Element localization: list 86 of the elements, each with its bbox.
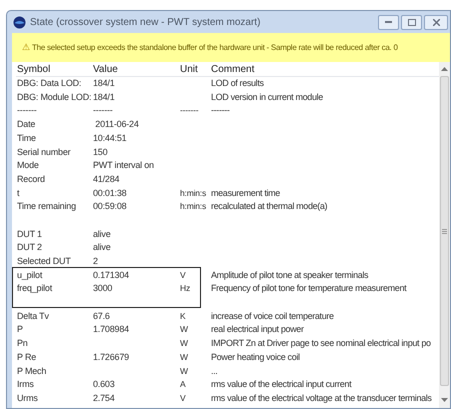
column-header[interactable]: Unit <box>179 62 210 76</box>
symbol-cell: Mode <box>17 160 39 170</box>
symbol-cell: ------- <box>17 105 37 116</box>
minimize-button[interactable] <box>378 14 399 30</box>
comment-cell: measurement time <box>211 188 280 198</box>
column-header[interactable]: Comment <box>210 62 439 76</box>
comment-cell: IMPORT Zn at Driver page to see nominal electrical input po <box>211 338 431 348</box>
unit-cell: W <box>180 352 188 362</box>
comment-cell: ------- <box>211 105 230 116</box>
comment-cell: LOD version in current module <box>211 92 323 102</box>
comment-cell: ... <box>211 366 218 376</box>
unit-cell: K <box>180 310 186 321</box>
symbol-cell: Time remaining <box>17 201 76 212</box>
warning-text: The selected setup exceeds the standalone buffer of the hardware unit - Sample rate will be reduced after ca. 0 <box>32 42 398 54</box>
value-cell: 2.754 <box>93 392 115 403</box>
symbol-cell: Urms <box>17 392 38 403</box>
value-cell: 1.726679 <box>93 352 129 362</box>
value-cell: 0.603 <box>93 379 115 390</box>
comment-cell: recalculated at thermal mode(a) <box>211 201 328 212</box>
symbol-cell: P Re <box>17 352 36 362</box>
maximize-button[interactable] <box>401 14 422 30</box>
symbol-cell: Pn <box>17 338 28 348</box>
symbol-cell: DBG: Data LOD: <box>17 78 82 88</box>
unit-cell: W <box>180 324 188 334</box>
symbol-cell: Time <box>17 132 36 143</box>
unit-cell: W <box>180 366 188 376</box>
scrollbar[interactable] <box>439 62 450 408</box>
unit-cell: h:min:s <box>180 188 206 198</box>
symbol-cell: P Mech <box>17 366 46 376</box>
symbol-cell: Selected DUT <box>17 256 71 266</box>
column-header[interactable]: Symbol <box>16 62 92 76</box>
comment-cell: LOD of results <box>211 78 264 88</box>
value-cell: PWT interval on <box>93 160 154 170</box>
value-cell: 67.6 <box>93 310 110 321</box>
scroll-down-icon[interactable] <box>441 398 448 403</box>
comment-cell: Amplitude of pilot tone at speaker terminals <box>211 270 368 280</box>
scroll-up-icon[interactable] <box>441 66 448 71</box>
value-cell: 184/1 <box>93 92 115 102</box>
unit-cell: h:min:s <box>180 201 206 212</box>
symbol-cell: DUT 2 <box>17 242 42 252</box>
value-cell: 184/1 <box>93 78 115 88</box>
maximize-icon <box>408 18 416 26</box>
comment-cell: increase of voice coil temperature <box>211 310 334 321</box>
value-cell: 10:44:51 <box>93 132 126 143</box>
symbol-cell: freq_pilot <box>17 283 52 294</box>
unit-cell: W <box>180 338 188 348</box>
comment-cell: rms value of the electrical input current <box>211 379 352 390</box>
comment-cell: real electrical input power <box>211 324 304 334</box>
scroll-thumb[interactable] <box>440 76 449 386</box>
symbol-cell: P <box>17 324 23 334</box>
unit-cell: ------- <box>180 105 198 116</box>
comment-cell: rms value of the electrical voltage at the transducer terminals <box>211 392 432 403</box>
value-cell: alive <box>93 228 111 239</box>
value-cell: ------- <box>93 105 113 116</box>
symbol-cell: t <box>17 188 20 198</box>
unit-cell: Hz <box>180 283 190 294</box>
symbol-cell: Date <box>17 119 36 130</box>
value-cell: 00:01:38 <box>93 188 126 198</box>
symbol-cell: Record <box>17 174 45 184</box>
value-cell-text: 2011-06-24 <box>94 119 139 130</box>
value-cell: 150 <box>93 146 108 157</box>
warning-icon: ⚠ <box>22 40 30 54</box>
minimize-icon <box>385 20 392 24</box>
symbol-cell: Irms <box>17 379 34 390</box>
symbol-cell: u_pilot <box>17 270 42 280</box>
symbol-cell: DBG: Module LOD: <box>17 92 92 102</box>
value-cell: 3000 <box>93 283 112 294</box>
value-cell: 41/284 <box>93 174 120 184</box>
unit-cell: V <box>180 392 186 403</box>
unit-cell: V <box>180 270 186 280</box>
close-icon <box>432 18 440 26</box>
window-title: State (crossover system new - PWT system mozart) <box>30 16 260 30</box>
symbol-cell: Delta Tv <box>17 310 49 321</box>
symbol-cell: Serial number <box>17 146 70 157</box>
unit-cell: A <box>180 379 186 390</box>
comment-cell: Frequency of pilot tone for temperature measurement <box>211 283 406 294</box>
value-cell: alive <box>93 242 111 252</box>
close-button[interactable] <box>424 14 448 30</box>
comment-cell: Power heating voice coil <box>211 352 300 362</box>
column-header[interactable]: Value <box>92 62 179 76</box>
symbol-cell: DUT 1 <box>17 228 42 239</box>
value-cell: 2 <box>93 256 98 266</box>
value-cell: 1.708984 <box>93 324 129 334</box>
app-logo-icon <box>13 16 26 28</box>
value-cell: 00:59:08 <box>93 201 126 212</box>
value-cell: 0.171304 <box>93 270 129 280</box>
